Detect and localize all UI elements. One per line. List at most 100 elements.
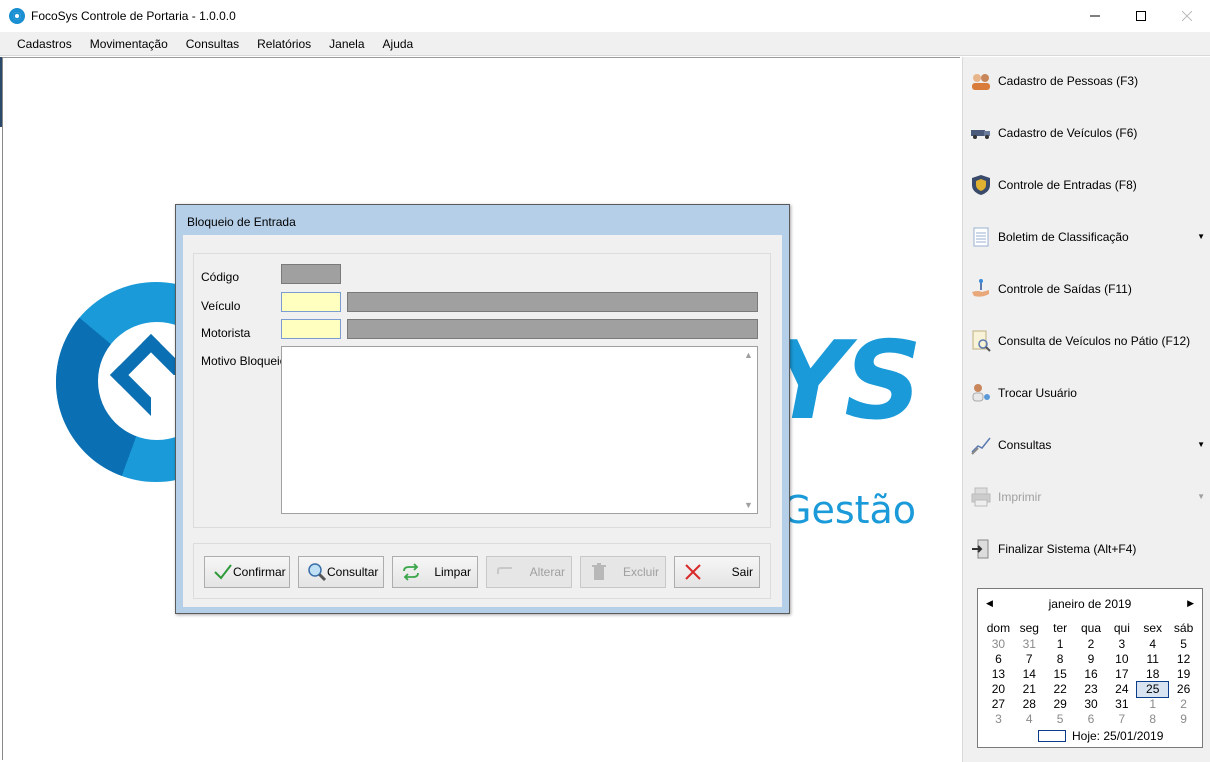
sidebar-item-imprimir[interactable]: Imprimir ▼ (963, 482, 1210, 512)
calendar-day[interactable]: 9 (1076, 652, 1107, 667)
calendar-day[interactable]: 8 (1137, 712, 1168, 727)
calendar-day[interactable]: 18 (1137, 667, 1168, 682)
menu-relatorios[interactable]: Relatórios (248, 32, 320, 56)
menu-consultas[interactable]: Consultas (177, 32, 248, 56)
minimize-icon (1090, 15, 1100, 17)
calendar-day[interactable]: 31 (1014, 637, 1045, 652)
close-icon (1182, 11, 1192, 21)
excluir-button[interactable]: Excluir (580, 556, 666, 588)
calendar-day[interactable]: 8 (1045, 652, 1076, 667)
textarea-scrollbar[interactable]: ▲ ▼ (741, 348, 756, 512)
calendar-day[interactable]: 21 (1014, 682, 1045, 697)
consultar-button[interactable]: Consultar (298, 556, 384, 588)
calendar-today[interactable]: Hoje: 25/01/2019 (1038, 729, 1163, 743)
calendar-month-label[interactable]: janeiro de 2019 (978, 597, 1202, 611)
next-month-icon[interactable]: ▶ (1187, 598, 1194, 609)
calendar-day[interactable]: 30 (983, 637, 1014, 652)
sidebar-item-label: Trocar Usuário (998, 386, 1077, 400)
calendar-day[interactable]: 5 (1045, 712, 1076, 727)
minimize-button[interactable] (1072, 0, 1118, 32)
calendar-day[interactable]: 7 (1014, 652, 1045, 667)
window-controls (1072, 0, 1210, 32)
menu-janela[interactable]: Janela (320, 32, 373, 56)
app-logo-icon (9, 8, 25, 24)
calendar-day[interactable]: 2 (1076, 637, 1107, 652)
calendar-day[interactable]: 1 (1045, 637, 1076, 652)
calendar-day[interactable]: 27 (983, 697, 1014, 712)
sidebar-item-cadastro-pessoas[interactable]: Cadastro de Pessoas (F3) (963, 66, 1210, 96)
calendar-day[interactable]: 3 (983, 712, 1014, 727)
calendar-day[interactable]: 13 (983, 667, 1014, 682)
sidebar-item-label: Consultas (998, 438, 1052, 452)
sidebar-item-consulta-veiculos-patio[interactable]: Consulta de Veículos no Pátio (F12) (963, 326, 1210, 356)
calendar-day[interactable]: 9 (1168, 712, 1199, 727)
confirmar-label: Confirmar (233, 565, 286, 579)
today-swatch-icon (1038, 730, 1066, 742)
sidebar-item-consultas[interactable]: Consultas ▼ (963, 430, 1210, 460)
calendar-day[interactable]: 2 (1168, 697, 1199, 712)
calendar-day[interactable]: 5 (1168, 637, 1199, 652)
maximize-button[interactable] (1118, 0, 1164, 32)
calendar-day[interactable]: 12 (1168, 652, 1199, 667)
dialog-title[interactable]: Bloqueio de Entrada (176, 205, 789, 235)
sair-button[interactable]: Sair (674, 556, 760, 588)
motivo-bloqueio-textarea[interactable]: ▲ ▼ (281, 346, 758, 514)
calendar-day[interactable]: 29 (1045, 697, 1076, 712)
dropdown-arrow-icon: ▼ (1197, 440, 1205, 449)
calendar-day[interactable]: 16 (1076, 667, 1107, 682)
calendar-day[interactable]: 3 (1106, 637, 1137, 652)
calendar-day[interactable]: 22 (1045, 682, 1076, 697)
excluir-label: Excluir (622, 565, 659, 579)
exit-door-icon (970, 538, 992, 560)
calendar-grid: dom seg ter qua qui sex sáb 30 31 1 2 3 4 5 6 7 8 9 10 11 12… (983, 621, 1199, 727)
calendar-day[interactable]: 4 (1137, 637, 1168, 652)
month-calendar[interactable]: ◀ janeiro de 2019 ▶ dom seg ter qua qui sex sá… (977, 588, 1203, 748)
calendar-day[interactable]: 30 (1076, 697, 1107, 712)
motorista-code-input[interactable] (281, 319, 341, 339)
calendar-day[interactable]: 23 (1076, 682, 1107, 697)
calendar-day[interactable]: 17 (1106, 667, 1137, 682)
motorista-description-field (347, 319, 758, 339)
sidebar-item-trocar-usuario[interactable]: Trocar Usuário (963, 378, 1210, 408)
calendar-day[interactable]: 11 (1137, 652, 1168, 667)
menu-movimentacao[interactable]: Movimentação (81, 32, 177, 56)
calendar-day[interactable]: 28 (1014, 697, 1045, 712)
calendar-day[interactable]: 7 (1106, 712, 1137, 727)
sidebar-item-finalizar-sistema[interactable]: Finalizar Sistema (Alt+F4) (963, 534, 1210, 564)
calendar-day[interactable]: 1 (1137, 697, 1168, 712)
alterar-button[interactable]: Alterar (486, 556, 572, 588)
calendar-weekday: seg (1019, 621, 1039, 635)
menu-cadastros[interactable]: Cadastros (8, 32, 81, 56)
calendar-day[interactable]: 14 (1014, 667, 1045, 682)
calendar-day[interactable]: 24 (1106, 682, 1137, 697)
veiculo-code-input[interactable] (281, 292, 341, 312)
scroll-up-icon[interactable]: ▲ (741, 348, 756, 362)
window-title: FocoSys Controle de Portaria - 1.0.0.0 (31, 9, 236, 23)
scroll-down-icon[interactable]: ▼ (741, 498, 756, 512)
calendar-day[interactable]: 15 (1045, 667, 1076, 682)
calendar-day[interactable]: 25 (1136, 681, 1170, 698)
sidebar-item-controle-saidas[interactable]: Controle de Saídas (F11) (963, 274, 1210, 304)
calendar-day[interactable]: 6 (983, 652, 1014, 667)
calendar-day[interactable]: 10 (1106, 652, 1137, 667)
dropdown-arrow-icon: ▼ (1197, 232, 1205, 241)
menu-ajuda[interactable]: Ajuda (374, 32, 423, 56)
calendar-day[interactable]: 26 (1168, 682, 1199, 697)
truck-icon (970, 122, 992, 144)
hand-exit-icon (970, 278, 992, 300)
calendar-day[interactable]: 19 (1168, 667, 1199, 682)
dialog-body: Código Veículo Motorista Motivo Bloqueio… (183, 235, 782, 607)
chart-icon (970, 434, 992, 456)
calendar-day[interactable]: 31 (1106, 697, 1137, 712)
close-button[interactable] (1164, 0, 1210, 32)
magnifier-icon (307, 562, 327, 582)
limpar-button[interactable]: Limpar (392, 556, 478, 588)
calendar-day[interactable]: 6 (1076, 712, 1107, 727)
sidebar-item-controle-entradas[interactable]: Controle de Entradas (F8) (963, 170, 1210, 200)
calendar-day[interactable]: 4 (1014, 712, 1045, 727)
sidebar-item-boletim-classificacao[interactable]: Boletim de Classificação ▼ (963, 222, 1210, 252)
calendar-day[interactable]: 20 (983, 682, 1014, 697)
sidebar-item-cadastro-veiculos[interactable]: Cadastro de Veículos (F6) (963, 118, 1210, 148)
title-bar: FocoSys Controle de Portaria - 1.0.0.0 (0, 0, 1210, 32)
confirmar-button[interactable]: Confirmar (204, 556, 290, 588)
